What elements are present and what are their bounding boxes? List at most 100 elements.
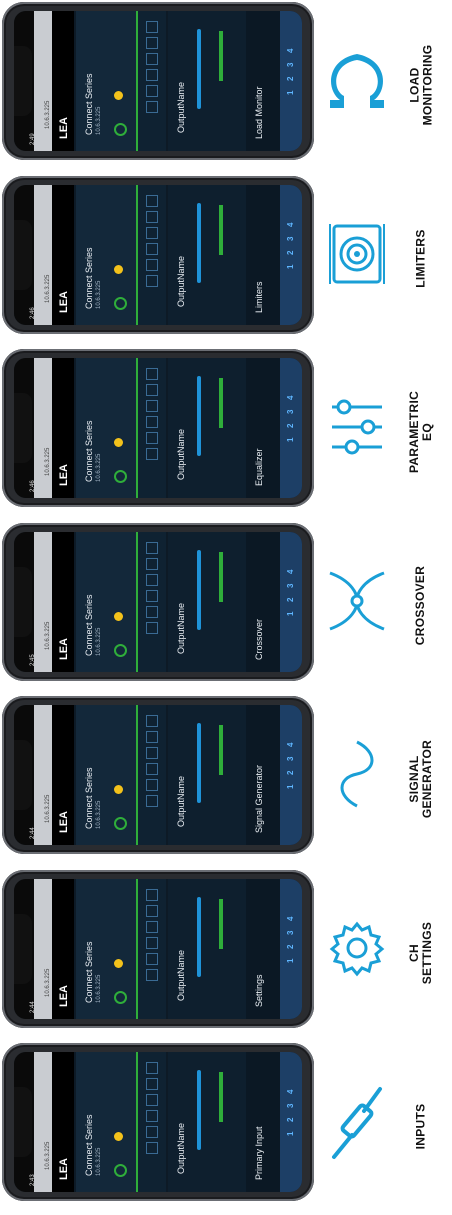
gain-slider[interactable] — [197, 376, 201, 457]
toolbar-button[interactable] — [146, 1142, 158, 1155]
toolbar-button[interactable] — [146, 1126, 158, 1139]
channel-tab[interactable]: 3 — [286, 757, 295, 761]
toolbar-button[interactable] — [146, 779, 158, 792]
channel-tab[interactable]: 3 — [286, 236, 295, 240]
channel-tab[interactable]: 2 — [286, 1118, 295, 1122]
power-icon[interactable] — [114, 990, 127, 1004]
address-text: 10.6.3.225 — [45, 968, 51, 997]
toolbar-button[interactable] — [146, 194, 158, 207]
channel-tab[interactable]: 3 — [286, 1104, 295, 1108]
channel-tab[interactable]: 2 — [286, 771, 295, 775]
toolbar-button[interactable] — [146, 795, 158, 808]
address-bar[interactable] — [34, 531, 52, 672]
channel-tab[interactable]: 3 — [286, 410, 295, 414]
gain-slider[interactable] — [197, 202, 201, 283]
channel-tab[interactable]: 2 — [286, 77, 295, 81]
toolbar-button[interactable] — [146, 21, 158, 33]
toolbar-button[interactable] — [146, 621, 158, 634]
channel-tab[interactable]: 2 — [286, 250, 295, 254]
channel-tab[interactable]: 1 — [286, 438, 295, 442]
toolbar-button[interactable] — [146, 888, 158, 901]
toolbar-button[interactable] — [146, 1110, 158, 1123]
channel-tab[interactable]: 2 — [286, 597, 295, 601]
gain-slider[interactable] — [197, 29, 201, 109]
power-icon[interactable] — [114, 296, 127, 310]
toolbar-button[interactable] — [146, 85, 158, 97]
toolbar-button[interactable] — [146, 226, 158, 239]
channel-tab[interactable]: 1 — [286, 1132, 295, 1136]
channel-tab[interactable]: 4 — [286, 1090, 295, 1094]
address-bar[interactable] — [34, 878, 52, 1019]
toolbar-button[interactable] — [146, 53, 158, 65]
status-indicator — [114, 611, 123, 621]
toolbar-button[interactable] — [146, 1094, 158, 1107]
toolbar-button[interactable] — [146, 747, 158, 760]
power-icon[interactable] — [114, 123, 127, 136]
level-meter — [219, 725, 223, 776]
channel-tab[interactable]: 1 — [286, 264, 295, 268]
toolbar-button[interactable] — [146, 763, 158, 776]
toolbar-button[interactable] — [146, 952, 158, 965]
toolbar-button[interactable] — [146, 242, 158, 255]
gain-slider[interactable] — [197, 723, 201, 804]
address-bar[interactable] — [34, 358, 52, 499]
gain-slider[interactable] — [197, 1070, 201, 1151]
address-bar[interactable] — [34, 184, 52, 325]
toolbar-button[interactable] — [146, 69, 158, 81]
channel-tab[interactable]: 2 — [286, 424, 295, 428]
toolbar-button[interactable] — [146, 274, 158, 287]
gain-slider[interactable] — [197, 896, 201, 977]
channel-tab[interactable]: 4 — [286, 743, 295, 747]
output-name: OutputName — [176, 81, 186, 133]
toolbar-button[interactable] — [146, 1062, 158, 1075]
channel-tab[interactable]: 3 — [286, 930, 295, 934]
channel-tab[interactable]: 1 — [286, 958, 295, 962]
toolbar-button[interactable] — [146, 384, 158, 397]
toolbar-button[interactable] — [146, 573, 158, 586]
power-icon[interactable] — [114, 643, 127, 657]
address-bar[interactable] — [34, 705, 52, 846]
channel-tabs — [280, 705, 302, 846]
toolbar-button[interactable] — [146, 258, 158, 271]
channel-tab[interactable]: 3 — [286, 63, 295, 67]
feature-row: 2:44 10.6.3.225 LEA Connect Series 10.6.… — [0, 694, 452, 859]
gain-slider[interactable] — [197, 549, 201, 630]
channel-tab[interactable]: 4 — [286, 222, 295, 226]
toolbar-button[interactable] — [146, 605, 158, 618]
toolbar-button[interactable] — [146, 210, 158, 223]
address-bar[interactable] — [34, 11, 52, 151]
app-screen: 2:43 10.6.3.225 LEA Connect Series 10.6.… — [14, 1052, 302, 1193]
device-ip: 10.6.3.225 — [96, 453, 102, 483]
toolbar-button[interactable] — [146, 101, 158, 113]
toolbar-button[interactable] — [146, 416, 158, 429]
toolbar-button[interactable] — [146, 731, 158, 744]
address-text: 10.6.3.225 — [45, 100, 51, 129]
channel-tab[interactable]: 1 — [286, 611, 295, 615]
channel-tab[interactable]: 3 — [286, 583, 295, 587]
device-title: Connect Series — [84, 247, 94, 309]
channel-tab[interactable]: 4 — [286, 916, 295, 920]
toolbar-button[interactable] — [146, 968, 158, 981]
address-bar[interactable] — [34, 1052, 52, 1193]
channel-tab[interactable]: 4 — [286, 569, 295, 573]
toolbar-button[interactable] — [146, 37, 158, 49]
toolbar-button[interactable] — [146, 400, 158, 413]
phone-mockup: 2:44 10.6.3.225 LEA Connect Series 10.6.… — [2, 696, 314, 855]
toolbar-button[interactable] — [146, 432, 158, 445]
channel-tab[interactable]: 2 — [286, 944, 295, 948]
toolbar-button[interactable] — [146, 936, 158, 949]
toolbar-button[interactable] — [146, 557, 158, 570]
channel-tab[interactable]: 4 — [286, 49, 295, 53]
toolbar-button[interactable] — [146, 541, 158, 554]
toolbar-button[interactable] — [146, 715, 158, 728]
toolbar-button[interactable] — [146, 904, 158, 917]
toolbar-button[interactable] — [146, 368, 158, 381]
toolbar-button[interactable] — [146, 589, 158, 602]
toolbar-button[interactable] — [146, 1078, 158, 1091]
channel-tab[interactable]: 1 — [286, 91, 295, 95]
channel-tab[interactable]: 1 — [286, 785, 295, 789]
toolbar-button[interactable] — [146, 920, 158, 933]
feature-label: LOAD MONITORING — [393, 10, 449, 160]
toolbar-button[interactable] — [146, 448, 158, 461]
channel-tab[interactable]: 4 — [286, 396, 295, 400]
